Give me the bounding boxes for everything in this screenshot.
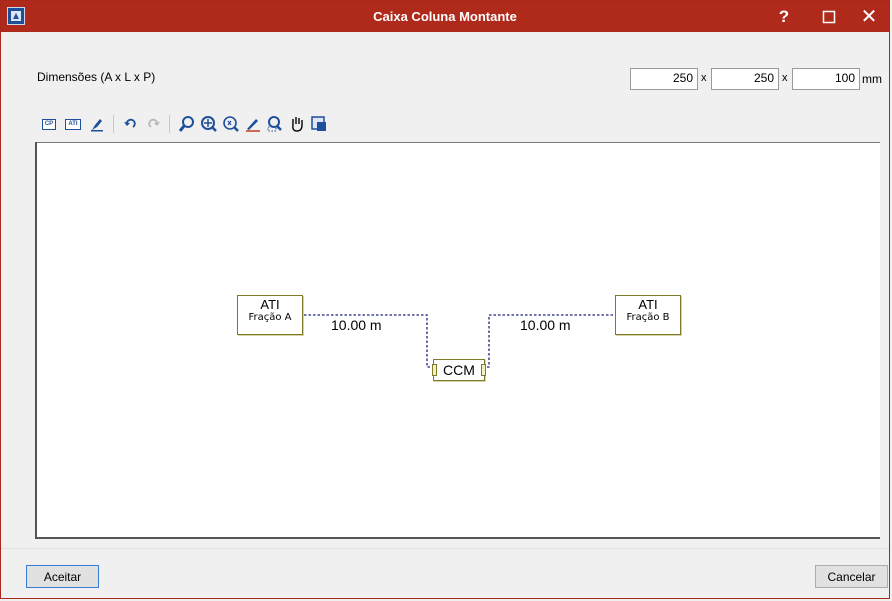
- maximize-button[interactable]: [811, 1, 847, 32]
- toolbar-separator: [113, 115, 114, 133]
- dimensions-label: Dimensões (A x L x P): [37, 70, 156, 84]
- cp-label: CP: [41, 118, 57, 130]
- zoom-select-icon[interactable]: [265, 113, 285, 135]
- window-title: Caixa Coluna Montante: [373, 9, 517, 24]
- pan-hand-icon[interactable]: [287, 113, 307, 135]
- node-ati-fracao-b[interactable]: ATI Fração B: [615, 295, 681, 335]
- dimension-a-input[interactable]: 250: [630, 68, 698, 90]
- dimension-l-input[interactable]: 250: [711, 68, 779, 90]
- dimension-separator: x: [701, 72, 707, 84]
- node-subtitle: Fração B: [626, 312, 670, 323]
- distance-label-left: 10.00 m: [331, 317, 382, 333]
- toolbar: CP ATI: [39, 113, 439, 135]
- toolbar-separator: [169, 115, 170, 133]
- dialog-window: Caixa Coluna Montante ? ✕ Dimensões (A x…: [0, 0, 890, 599]
- node-ccm[interactable]: CCM: [432, 359, 486, 381]
- footer-divider: [1, 548, 889, 549]
- dimension-unit: mm: [862, 72, 882, 86]
- help-button[interactable]: ?: [766, 1, 802, 32]
- dimension-separator: x: [782, 72, 788, 84]
- undo-icon[interactable]: [121, 113, 141, 135]
- distance-label-right: 10.00 m: [520, 317, 571, 333]
- ccm-label: CCM: [443, 362, 475, 378]
- zoom-x2-icon[interactable]: [221, 113, 241, 135]
- pen-icon[interactable]: [87, 113, 107, 135]
- cancel-button[interactable]: Cancelar: [815, 565, 888, 588]
- node-title: ATI: [260, 297, 280, 312]
- redo-icon[interactable]: [143, 113, 163, 135]
- zoom-window-icon[interactable]: [199, 113, 219, 135]
- canvas-border: [35, 537, 880, 539]
- node-subtitle: Fração A: [248, 312, 292, 323]
- canvas-border: [35, 142, 37, 539]
- cp-icon[interactable]: CP: [39, 113, 59, 135]
- dimension-p-input[interactable]: 100: [792, 68, 860, 90]
- zoom-extents-icon[interactable]: [177, 113, 197, 135]
- accept-button[interactable]: Aceitar: [26, 565, 99, 588]
- maximize-icon: [822, 10, 836, 23]
- diagram-canvas[interactable]: ATI Fração A ATI Fração B CCM 10.00 m 10…: [35, 142, 880, 538]
- window-icon[interactable]: [309, 113, 329, 135]
- title-bar[interactable]: Caixa Coluna Montante ? ✕: [1, 1, 889, 32]
- node-title: ATI: [638, 297, 658, 312]
- zoom-pencil-icon[interactable]: [243, 113, 263, 135]
- ccm-left-pin: [432, 364, 437, 376]
- ccm-right-pin: [481, 364, 486, 376]
- close-button[interactable]: ✕: [851, 1, 887, 32]
- ati-label: ATI: [65, 118, 81, 130]
- connection-lines: [304, 314, 614, 368]
- ati-icon[interactable]: ATI: [63, 113, 83, 135]
- node-ati-fracao-a[interactable]: ATI Fração A: [237, 295, 303, 335]
